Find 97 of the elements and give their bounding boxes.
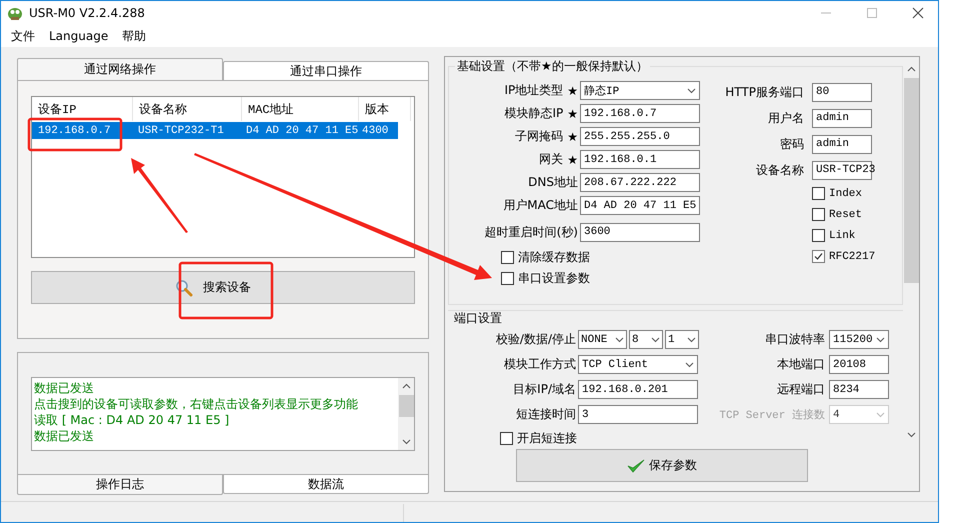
group-title: 端口设置 [454, 310, 503, 327]
field-label: TCP Server 连接数 [719, 408, 825, 422]
checkbox[interactable] [812, 229, 825, 242]
tab[interactable]: 通过串口操作 [223, 61, 429, 80]
input-field[interactable]: 192.168.0.7 [580, 104, 700, 123]
field-label: 密码 [780, 136, 804, 152]
checkbox-label: 串口设置参数 [518, 270, 590, 287]
device-row[interactable]: 192.168.0.7 USR-TCP232-T1 D4 AD 20 47 11 E5 4300 [32, 122, 398, 139]
table-cell-text: D4 AD 20 47 11 E5 [245, 124, 356, 136]
input-field[interactable]: 80 [812, 82, 872, 102]
checkbox-label: 开启短连接 [517, 430, 577, 446]
checkbox-label: Reset [829, 208, 862, 220]
field-label: 模块工作方式 [504, 356, 576, 373]
chevron-down-icon [615, 336, 624, 342]
dropdown[interactable]: 8 [629, 330, 663, 349]
checkbox[interactable] [500, 432, 513, 444]
checkbox-label: 清除缓存数据 [518, 249, 590, 266]
checkbox[interactable] [812, 250, 825, 263]
scrollbar[interactable] [398, 378, 414, 450]
input-field[interactable]: admin [812, 108, 872, 128]
field-label: 用户名 [768, 110, 804, 126]
tab[interactable]: 操作日志 [17, 475, 223, 495]
search-button[interactable]: 搜索设备 [31, 271, 415, 304]
input-field[interactable]: 20108 [829, 355, 889, 374]
chevron-down-icon [687, 88, 696, 94]
menu-item[interactable]: Language [49, 29, 108, 43]
column-header[interactable]: MAC地址 [242, 97, 359, 121]
window-title: USR-M0 V2.2.4.288 [29, 6, 145, 20]
field-label: HTTP服务端口 [725, 84, 804, 100]
save-button[interactable]: 保存参数 [516, 449, 808, 482]
chevron-down-icon[interactable] [906, 432, 916, 438]
checkbox[interactable] [501, 251, 514, 264]
group-title: 基础设置（不带★的一般保持默认） [455, 58, 650, 75]
field-label: 串口波特率 [765, 331, 825, 348]
checkbox-label: RFC2217 [829, 250, 876, 262]
tab[interactable]: 数据流 [223, 475, 429, 494]
log-line: 数据已发送 [34, 380, 95, 396]
chevron-up-icon[interactable] [402, 383, 410, 389]
chevron-down-icon [651, 336, 660, 342]
input-field[interactable]: 8234 [829, 380, 889, 399]
input-field[interactable]: 3600 [580, 222, 700, 242]
field-label: DNS地址 [528, 174, 578, 191]
field-label: 设备名称 [756, 162, 804, 178]
star-icon: ★ [567, 130, 578, 144]
star-icon: ★ [567, 84, 578, 98]
table-cell-text: 4300 [361, 124, 388, 136]
field-label: 模块静态IP [504, 105, 564, 122]
field-label: 本地端口 [777, 356, 825, 373]
dropdown[interactable]: TCP Client [578, 355, 698, 374]
field-label: 子网掩码 [515, 128, 564, 145]
field-label: IP地址类型 [504, 82, 564, 99]
column-header[interactable]: 设备名称 [133, 97, 242, 121]
input-field[interactable]: 192.168.0.201 [578, 380, 698, 399]
checkbox-label: Index [829, 188, 862, 200]
log-line: 点击搜到的设备可读取参数，右键点击设备列表显示更多功能 [34, 396, 359, 412]
column-header[interactable]: 版本 [359, 97, 411, 121]
input-field[interactable]: 208.67.222.222 [580, 173, 700, 192]
app-icon [7, 5, 23, 21]
star-icon: ★ [567, 106, 578, 120]
dropdown[interactable]: NONE [578, 330, 627, 349]
chevron-down-icon [687, 336, 696, 342]
tab[interactable]: 通过网络操作 [17, 58, 223, 80]
input-field[interactable]: D4 AD 20 47 11 E5 [580, 196, 700, 215]
close-icon[interactable] [912, 7, 924, 19]
input-field[interactable]: 3 [578, 405, 698, 424]
field-label: 远程端口 [777, 381, 825, 398]
chevron-down-icon [876, 412, 885, 418]
chevron-down-icon [876, 336, 885, 342]
input-field[interactable]: 255.255.255.0 [580, 127, 700, 146]
checkbox[interactable] [812, 187, 825, 200]
table-cell-text: 192.168.0.7 [37, 124, 112, 136]
field-label: 网关 [539, 151, 564, 168]
chevron-down-icon[interactable] [402, 439, 410, 445]
star-icon: ★ [567, 152, 578, 166]
field-label: 短连接时间 [516, 406, 576, 423]
field-label: 超时重启时间(秒) [484, 224, 578, 240]
menu-item[interactable]: 文件 [11, 28, 35, 44]
search-icon [175, 278, 193, 296]
checkbox-label: Link [829, 230, 856, 242]
menu-item[interactable]: 帮助 [122, 28, 146, 44]
field-label: 目标IP/域名 [513, 381, 576, 398]
chevron-up-icon[interactable] [906, 66, 916, 72]
field-label: 校验/数据/停止 [496, 331, 576, 348]
input-field[interactable]: 192.168.0.1 [580, 150, 700, 169]
check-icon [627, 458, 645, 474]
dropdown[interactable]: 1 [665, 330, 699, 349]
checkbox[interactable] [812, 208, 825, 221]
column-header[interactable]: 设备IP [32, 97, 133, 121]
table-cell-text: USR-TCP232-T1 [137, 124, 225, 136]
checkbox[interactable] [501, 272, 514, 285]
field-label: 用户MAC地址 [503, 197, 578, 214]
log-line: 读取 [ Mac : D4 AD 20 47 11 E5 ] [34, 412, 230, 428]
chevron-down-icon [685, 362, 694, 368]
dropdown[interactable]: 115200 [829, 330, 889, 349]
dropdown[interactable]: 静态IP [580, 81, 700, 100]
input-field[interactable]: admin [812, 134, 872, 154]
log-line: 数据已发送 [34, 428, 95, 444]
